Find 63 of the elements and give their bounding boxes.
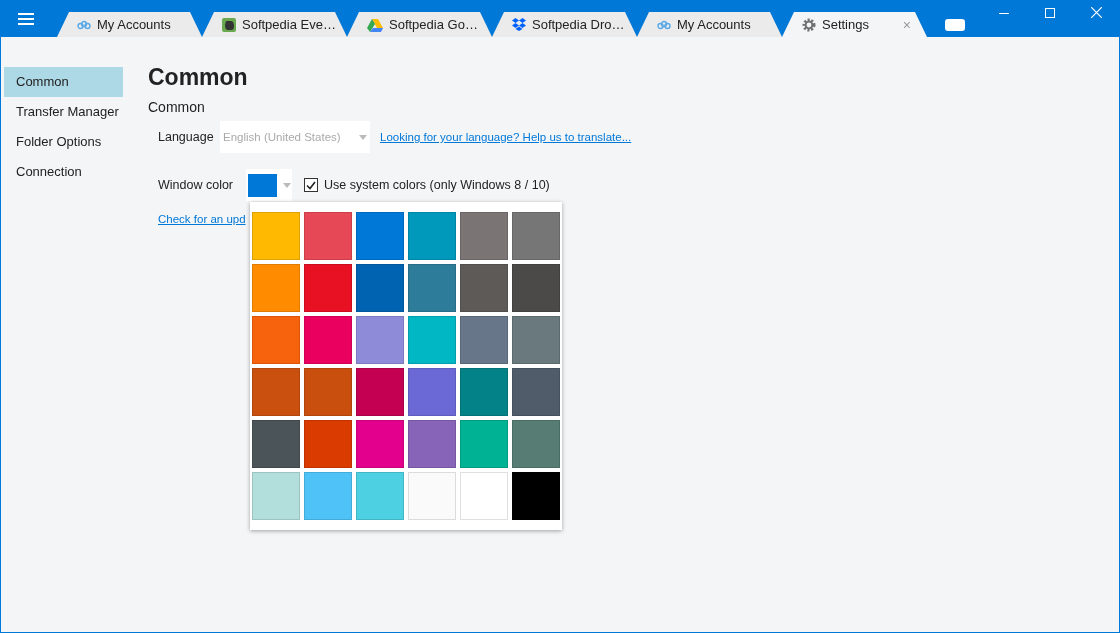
tab[interactable]: Settings × [782, 12, 927, 37]
caret-icon [283, 182, 291, 188]
color-swatch[interactable] [460, 368, 508, 416]
color-swatch[interactable] [252, 316, 300, 364]
sidebar-item[interactable]: Connection [4, 157, 123, 187]
color-swatch[interactable] [304, 420, 352, 468]
update-link[interactable]: Check for an upd [158, 213, 246, 225]
color-swatch[interactable] [512, 316, 560, 364]
section-title: Common [148, 99, 206, 115]
color-swatch[interactable] [512, 264, 560, 312]
color-swatch[interactable] [512, 420, 560, 468]
color-swatch[interactable] [356, 264, 404, 312]
color-swatch[interactable] [252, 212, 300, 260]
sidebar-item[interactable]: Transfer Manager [4, 97, 123, 127]
checkbox[interactable] [304, 178, 318, 192]
color-swatch[interactable] [460, 264, 508, 312]
color-swatch[interactable] [356, 212, 404, 260]
caret-icon [359, 134, 367, 140]
cloud-link-icon [657, 19, 671, 30]
color-swatch[interactable] [304, 212, 352, 260]
color-swatch[interactable] [252, 420, 300, 468]
color-swatch[interactable] [460, 420, 508, 468]
triangle-icon [367, 17, 383, 32]
color-picker[interactable] [246, 169, 292, 201]
color-swatch[interactable] [304, 472, 352, 520]
color-swatch[interactable] [408, 212, 456, 260]
color-swatch[interactable] [304, 368, 352, 416]
color-swatch[interactable] [408, 368, 456, 416]
tab[interactable]: Softpedia Dro… [492, 12, 637, 37]
color-swatch[interactable] [252, 264, 300, 312]
color-swatch[interactable] [460, 316, 508, 364]
tab[interactable]: My Accounts [637, 12, 782, 37]
color-swatch[interactable] [252, 472, 300, 520]
color-swatch[interactable] [408, 420, 456, 468]
color-swatch[interactable] [304, 264, 352, 312]
box-icon [512, 18, 526, 31]
sidebar-item[interactable]: Folder Options [4, 127, 123, 157]
color-swatch[interactable] [408, 316, 456, 364]
checkbox-label: Use system colors (only Windows 8 / 10) [324, 178, 550, 192]
window-color-label: Window color [158, 178, 235, 192]
color-swatch[interactable] [252, 368, 300, 416]
tab[interactable]: My Accounts [57, 12, 202, 37]
page-title: Common [148, 67, 249, 87]
settings-icon [802, 17, 816, 32]
color-swatch[interactable] [304, 316, 352, 364]
cloud-link-icon [77, 19, 91, 30]
color-swatch[interactable] [356, 420, 404, 468]
language-label: Language [158, 130, 215, 144]
new-tab-button[interactable] [945, 19, 965, 31]
tab[interactable]: Softpedia Eve… [202, 12, 347, 37]
color-swatch[interactable] [356, 316, 404, 364]
color-swatch[interactable] [460, 472, 508, 520]
translate-link[interactable]: Looking for your language? Help us to translate... [380, 131, 632, 143]
color-swatch[interactable] [460, 212, 508, 260]
color-swatch[interactable] [512, 212, 560, 260]
color-swatch[interactable] [356, 472, 404, 520]
sidebar-item[interactable]: Common [4, 67, 123, 97]
color-swatch[interactable] [512, 472, 560, 520]
color-swatch[interactable] [512, 368, 560, 416]
tab[interactable]: Softpedia Go… [347, 12, 492, 37]
color-swatch[interactable] [408, 472, 456, 520]
color-swatch[interactable] [408, 264, 456, 312]
color-swatch[interactable] [356, 368, 404, 416]
